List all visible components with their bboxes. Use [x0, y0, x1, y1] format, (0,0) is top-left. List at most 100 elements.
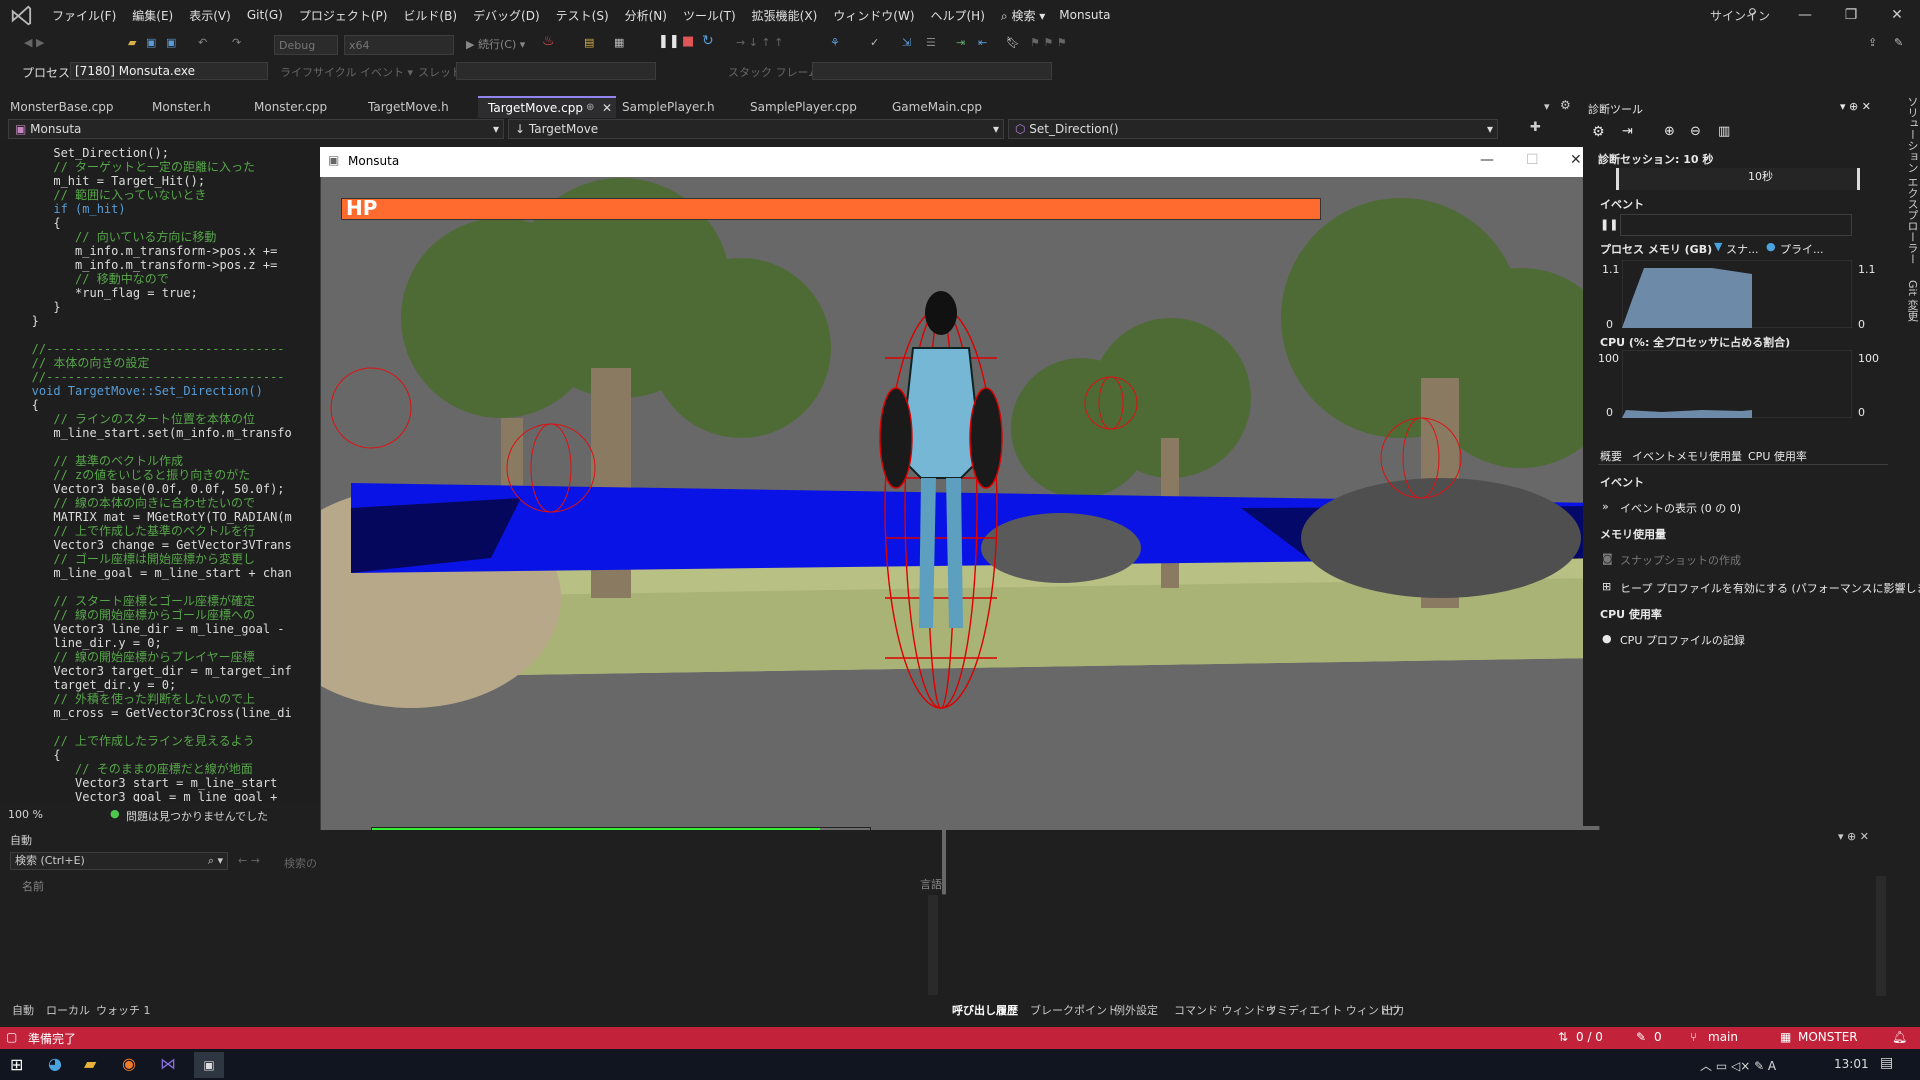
tab-targetmove-h[interactable]: TargetMove.h [358, 96, 492, 118]
code-line[interactable]: m_cross = GetVector3Cross(line_di [10, 706, 291, 720]
subtab-cpu[interactable]: CPU 使用率 [1748, 448, 1807, 464]
share-icon[interactable]: ⇪ [1868, 36, 1877, 56]
continue-button[interactable]: ▶ 続行(C) ▾ [466, 36, 525, 56]
code-line[interactable]: // zの値をいじると振り向きのがた [10, 468, 250, 482]
monsuta-taskbar-icon[interactable]: ▣ [194, 1052, 224, 1078]
code-line[interactable]: target_dir.y = 0; [10, 678, 176, 692]
tab-sampleplayer-h[interactable]: SamplePlayer.h [612, 96, 746, 118]
game-window-titlebar[interactable]: ▣ Monsuta — ☐ ✕ [320, 147, 1600, 177]
code-line[interactable]: // 移動中なので [10, 272, 169, 286]
pin-icon[interactable]: ⊕ [586, 98, 594, 118]
code-line[interactable]: Vector3 start = m_line_start [10, 776, 277, 790]
bookmark-nav-icons[interactable]: ⚑ ⚑ ⚑ [1030, 36, 1067, 56]
code-line[interactable]: Vector3 line_dir = m_line_goal - [10, 622, 284, 636]
enable-heap-profiling-link[interactable]: ヒープ プロファイルを有効にする (パフォーマンスに影響しま [1620, 580, 1920, 596]
config-select[interactable]: Debug [274, 35, 338, 55]
take-snapshot-link[interactable]: スナップショットの作成 [1620, 552, 1741, 568]
close-window-button[interactable]: ✕ [1874, 0, 1920, 30]
code-line[interactable]: line_dir.y = 0; [10, 636, 161, 650]
tab-monsterbase-cpp[interactable]: MonsterBase.cpp [0, 96, 150, 118]
step-icons[interactable]: → ↓ ↑ ↑ [736, 36, 783, 56]
code-line[interactable]: *run_flag = true; [10, 286, 198, 300]
code-line[interactable]: // 本体の向きの設定 [10, 356, 150, 370]
repo-name[interactable]: MONSTER [1798, 1030, 1858, 1044]
sync-icon[interactable]: ⇅ [1558, 1030, 1568, 1044]
sync-count[interactable]: 0 / 0 [1576, 1030, 1603, 1044]
tab-call-stack[interactable]: 呼び出し履歴 [952, 1002, 1018, 1018]
menu-test[interactable]: テスト(S) [548, 7, 617, 24]
zoom-level[interactable]: 100 % [8, 808, 43, 821]
code-line[interactable]: //--------------------------------- [10, 370, 285, 384]
timeline-ruler[interactable] [1616, 168, 1860, 190]
class-dropdown[interactable]: ↓ TargetMove ▾ [508, 119, 1004, 139]
subtab-summary[interactable]: 概要 [1600, 448, 1622, 464]
tab-sampleplayer-cpp[interactable]: SamplePlayer.cpp [740, 96, 890, 118]
code-line[interactable]: { [10, 216, 60, 230]
menu-view[interactable]: 表示(V) [181, 7, 239, 24]
signin-link[interactable]: サインイン [1710, 7, 1770, 24]
back-icon[interactable]: ◀ ▶ [24, 36, 44, 56]
subtab-events[interactable]: イベント [1632, 448, 1676, 464]
code-line[interactable]: // 基準のベクトル作成 [10, 454, 183, 468]
code-line[interactable]: // ゴール座標は開始座標から変更し [10, 552, 255, 566]
spell-icon[interactable]: ✓ [870, 36, 879, 56]
menu-debug[interactable]: デバッグ(D) [465, 7, 548, 24]
autos-scrollbar[interactable] [928, 895, 938, 995]
code-line[interactable]: } [10, 300, 60, 314]
menu-tools[interactable]: ツール(T) [675, 7, 744, 24]
issues-status[interactable]: 問題は見つかりませんでした [126, 808, 268, 824]
step-into-icon[interactable]: ⇲ [902, 36, 911, 56]
autos-search-input[interactable]: 検索 (Ctrl+E) ⌕ ▾ [10, 852, 228, 870]
zoom-out-icon[interactable]: ⊖ [1690, 124, 1701, 139]
open-folder-icon[interactable]: ▰ [128, 36, 136, 56]
account-icon[interactable]: ⚲ [1748, 6, 1757, 20]
show-events-link[interactable]: イベントの表示 (0 の 0) [1620, 500, 1741, 516]
action-center-icon[interactable]: ▤ [1880, 1055, 1893, 1071]
notifications-icon[interactable]: 🔔︎ [1892, 1030, 1907, 1044]
code-line[interactable]: if (m_hit) [10, 202, 125, 216]
bookmark-icon[interactable]: 🔖︎ [1006, 36, 1020, 56]
stop-icon[interactable]: ■ [682, 34, 694, 54]
callpane-controls[interactable]: ▾ ⊕ ✕ [1838, 830, 1869, 843]
tray-icons[interactable]: ︿ ▭ ◁× ✎ A [1700, 1057, 1776, 1074]
game-maximize-button[interactable]: ☐ [1526, 152, 1539, 168]
code-line[interactable]: // 線の本体の向きに合わせたいので [10, 496, 255, 510]
code-line[interactable]: // ターゲットと一定の距離に入った [10, 160, 255, 174]
code-line[interactable]: Vector3 target_dir = m_target_inf [10, 664, 291, 678]
menu-project[interactable]: プロジェクト(P) [291, 7, 396, 24]
code-line[interactable]: m_hit = Target_Hit(); [10, 174, 205, 188]
tab-command-window[interactable]: コマンド ウィンドウ [1174, 1002, 1277, 1018]
tab-gamemain-cpp[interactable]: GameMain.cpp [882, 96, 1012, 118]
game-window[interactable]: HP HP [320, 147, 1600, 895]
code-line[interactable]: m_line_goal = m_line_start + chan [10, 566, 291, 580]
process-select[interactable]: [7180] Monsuta.exe [70, 62, 268, 80]
restore-button[interactable]: ❐ [1828, 0, 1874, 30]
callpane-scrollbar[interactable] [1876, 876, 1886, 996]
code-line[interactable]: // 外積を使った判断をしたいので上 [10, 692, 255, 706]
nav-arrows-icon[interactable]: ← → [238, 854, 260, 867]
code-line[interactable]: // ラインのスタート位置を本体の位 [10, 412, 255, 426]
save-all-icon[interactable]: ▣ [166, 36, 176, 56]
side-tab-git-changes[interactable]: Git 変更 [1906, 280, 1919, 321]
search-button[interactable]: ⌕ 検索 ▾ [1001, 7, 1045, 24]
app-icon[interactable]: ◕ [48, 1054, 62, 1073]
hot-reload-icon[interactable]: ♨ [542, 33, 555, 53]
thread-select[interactable] [456, 62, 656, 80]
feedback-icon[interactable]: ✎ [1894, 36, 1903, 56]
game-minimize-button[interactable]: — [1480, 152, 1494, 168]
lifecycle-events-button[interactable]: ライフサイクル イベント ▾ [280, 64, 413, 80]
platform-select[interactable]: x64 [344, 35, 454, 55]
code-line[interactable]: m_info.m_transform->pos.z += [10, 258, 277, 272]
code-line[interactable]: // 上で作成したラインを見えるよう [10, 734, 254, 748]
menu-file[interactable]: ファイル(F) [44, 7, 124, 24]
file-explorer-icon[interactable]: ▰ [84, 1054, 96, 1073]
project-dropdown[interactable]: ▣ Monsuta ▾ [8, 119, 504, 139]
tab-watch1[interactable]: ウォッチ 1 [96, 1002, 151, 1018]
indent-icon[interactable]: ⇥ [956, 36, 965, 56]
menu-window[interactable]: ウィンドウ(W) [825, 7, 922, 24]
comment-icon[interactable]: ☰ [926, 36, 936, 56]
diag-export-icon[interactable]: ⇥ [1622, 124, 1633, 139]
undo-icon[interactable]: ↶ [198, 36, 207, 56]
record-cpu-profile-link[interactable]: CPU プロファイルの記録 [1620, 632, 1745, 648]
pause-icon[interactable]: ❚❚ [658, 34, 680, 54]
